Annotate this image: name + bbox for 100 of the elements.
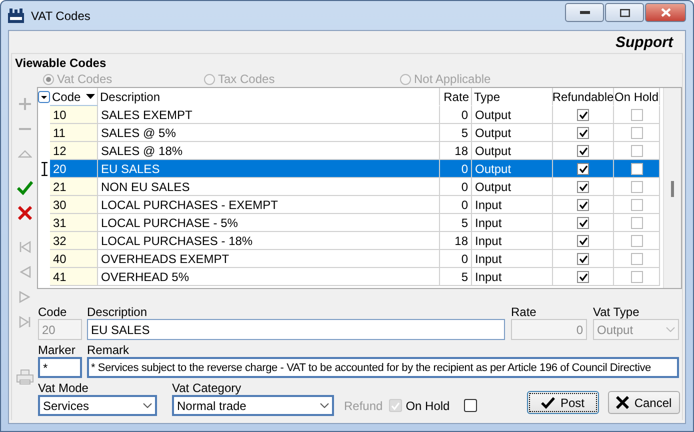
table-cell[interactable]: EU SALES [98, 160, 440, 178]
field-label: Vat Type [593, 305, 640, 319]
table-cell[interactable]: 18 [440, 232, 472, 250]
dropdown-icon[interactable] [38, 91, 50, 103]
table-cell[interactable]: SALES EXEMPT [98, 106, 440, 124]
checkbox[interactable] [630, 270, 642, 282]
table-cell[interactable]: OVERHEAD 5% [98, 268, 440, 286]
field-label: Vat Mode [38, 381, 90, 395]
scrollbar[interactable] [663, 88, 681, 288]
maximize-button[interactable] [605, 3, 644, 22]
table-cell[interactable]: 5 [440, 268, 472, 286]
checkbox[interactable] [630, 180, 642, 192]
column-header[interactable]: Refundable [553, 88, 614, 106]
checkbox[interactable] [577, 162, 589, 174]
table-cell[interactable]: 0 [440, 160, 472, 178]
field-label: Vat Category [172, 381, 242, 395]
table-cell[interactable]: 12 [50, 142, 98, 160]
dropdown-field[interactable]: Normal trade [172, 395, 334, 416]
input-field[interactable]: * [38, 357, 82, 378]
support-label: Support [616, 34, 673, 50]
close-icon [616, 396, 630, 409]
close-button[interactable] [645, 3, 686, 22]
table-cell[interactable]: Input [472, 268, 553, 286]
input-field[interactable]: * Services subject to the reverse charge - VAT to be accounted for by the recipient as per Article 196 of Council Directive [87, 357, 679, 378]
minimize-button[interactable] [565, 3, 604, 22]
checkbox[interactable] [630, 126, 642, 138]
checkbox[interactable] [630, 198, 642, 210]
column-header[interactable]: Rate [440, 88, 472, 106]
window-title: VAT Codes [31, 8, 92, 22]
field-label: Remark [87, 343, 130, 357]
checkbox[interactable] [577, 234, 589, 246]
dropdown-field[interactable]: Services [38, 395, 157, 416]
table-cell[interactable]: Output [472, 160, 553, 178]
close-icon[interactable] [18, 206, 32, 220]
field-label: Description [87, 305, 148, 319]
checkbox-label: Refund [344, 398, 383, 412]
checkbox[interactable] [577, 252, 589, 264]
table-cell[interactable]: LOCAL PURCHASES - EXEMPT [98, 196, 440, 214]
checkbox[interactable] [577, 216, 589, 228]
checkbox[interactable] [577, 198, 589, 210]
table-cell[interactable]: 31 [50, 214, 98, 232]
table-cell[interactable]: NON EU SALES [98, 178, 440, 196]
checkbox[interactable] [630, 162, 642, 174]
table-cell[interactable]: Output [472, 178, 553, 196]
table-cell[interactable]: Output [472, 106, 553, 124]
checkbox[interactable] [577, 270, 589, 282]
table-cell[interactable]: 41 [50, 268, 98, 286]
checkbox[interactable] [630, 252, 642, 264]
table-cell[interactable]: 0 [440, 196, 472, 214]
table-cell[interactable]: 0 [440, 106, 472, 124]
checkbox[interactable] [577, 144, 589, 156]
checkbox[interactable] [577, 108, 589, 120]
chevron-down-icon [320, 403, 329, 408]
table-cell[interactable]: 0 [440, 250, 472, 268]
close-icon [660, 8, 670, 17]
chevron-down-icon [666, 327, 675, 332]
app-logo-icon [7, 8, 25, 24]
checkmark-icon[interactable] [16, 180, 32, 194]
checkbox[interactable] [630, 234, 642, 246]
checkmark-icon [541, 396, 556, 408]
sort-arrow-icon[interactable] [86, 94, 95, 99]
group-title: Viewable Codes [14, 55, 108, 70]
table-cell[interactable]: Output [472, 124, 553, 142]
table-cell[interactable]: 20 [50, 160, 98, 178]
minimize-icon [580, 10, 590, 14]
checkbox[interactable] [630, 108, 642, 120]
table-cell[interactable]: SALES @ 5% [98, 124, 440, 142]
table-cell[interactable]: OVERHEADS EXEMPT [98, 250, 440, 268]
table-cell[interactable]: 5 [440, 214, 472, 232]
column-header[interactable]: Description [98, 88, 440, 106]
table-cell[interactable]: 0 [440, 178, 472, 196]
table-cell[interactable]: 10 [50, 106, 98, 124]
table-cell[interactable]: LOCAL PURCHASE - 5% [98, 214, 440, 232]
input-field[interactable]: EU SALES [87, 319, 505, 340]
checkbox[interactable] [464, 399, 477, 412]
table-cell[interactable]: LOCAL PURCHASES - 18% [98, 232, 440, 250]
column-header[interactable]: Type [472, 88, 553, 106]
checkbox-label: On Hold [406, 398, 450, 412]
checkbox[interactable] [577, 180, 589, 192]
checkbox[interactable] [577, 126, 589, 138]
table-cell[interactable]: 5 [440, 124, 472, 142]
table-cell[interactable]: 11 [50, 124, 98, 142]
table-cell[interactable]: 32 [50, 232, 98, 250]
field-label: Rate [511, 305, 538, 319]
cancel-button[interactable]: Cancel [608, 391, 680, 414]
checkbox[interactable] [630, 216, 642, 228]
table-cell[interactable]: 30 [50, 196, 98, 214]
maximize-icon [620, 8, 630, 16]
column-header[interactable]: On Hold [614, 88, 660, 106]
field-label: Marker [38, 343, 76, 357]
table-cell[interactable]: Input [472, 196, 553, 214]
table-cell[interactable]: Input [472, 232, 553, 250]
field-label: Code [38, 305, 68, 319]
post-button[interactable]: Post [527, 391, 599, 414]
checkbox[interactable] [630, 144, 642, 156]
table-cell[interactable]: Input [472, 250, 553, 268]
table-cell[interactable]: 21 [50, 178, 98, 196]
table-cell[interactable]: 40 [50, 250, 98, 268]
chevron-down-icon [143, 403, 152, 408]
table-cell[interactable]: Input [472, 214, 553, 232]
